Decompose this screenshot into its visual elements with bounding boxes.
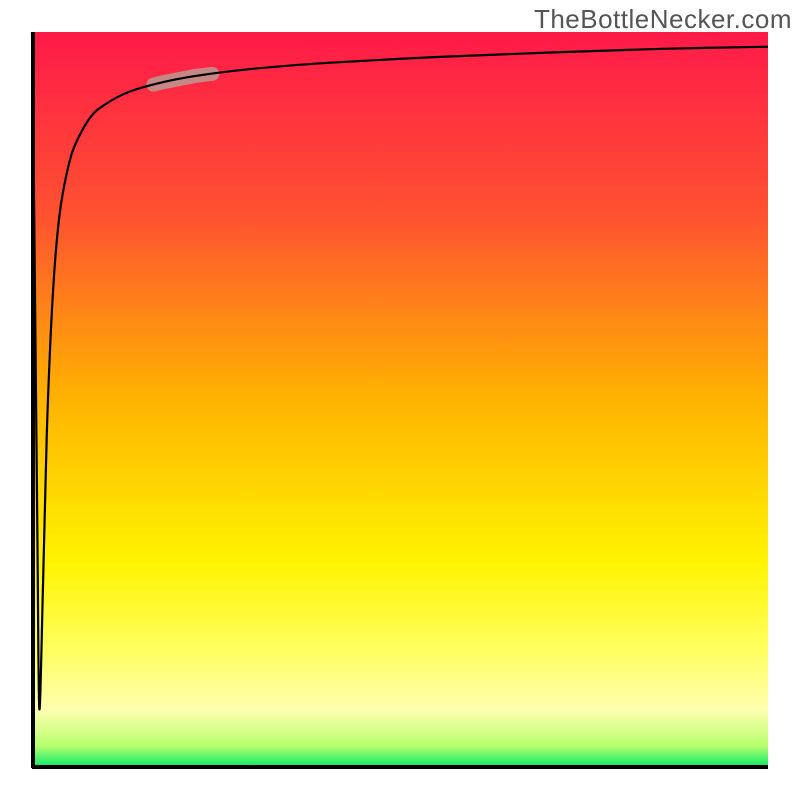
watermark-text: TheBottleNecker.com [534, 4, 792, 35]
bottleneck-curve-path [32, 32, 768, 709]
curve-layer [32, 32, 768, 768]
chart-container: TheBottleNecker.com [0, 0, 800, 800]
y-axis [31, 32, 35, 768]
x-axis [32, 765, 768, 769]
plot-area [32, 32, 768, 768]
